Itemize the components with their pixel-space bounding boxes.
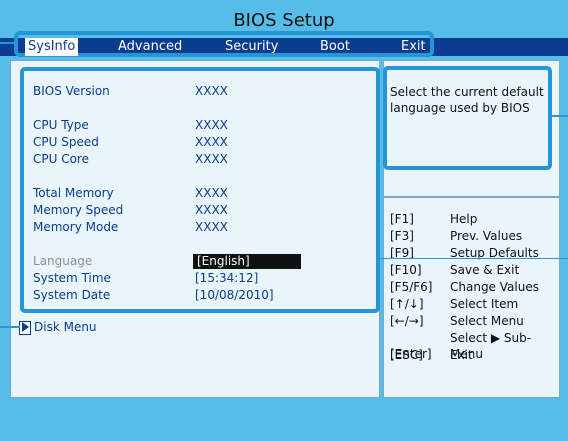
- help-description: Select the current default language used…: [390, 85, 544, 115]
- cpu-speed-label: CPU Speed: [33, 135, 99, 149]
- key-f1-description: Help: [450, 212, 478, 226]
- system-time-label: System Time: [33, 271, 111, 285]
- cpu-core-value: XXXX: [195, 152, 228, 166]
- triangle-right-icon: [22, 322, 29, 332]
- memory-mode-label: Memory Mode: [33, 220, 119, 234]
- key-f10-description: Save & Exit: [450, 263, 520, 277]
- key-f5-f6-description: Change Values: [450, 280, 539, 294]
- key-esc-description: Exit: [450, 348, 473, 362]
- memory-speed-label: Memory Speed: [33, 203, 124, 217]
- key-f5-f6: [F5/F6]: [390, 280, 433, 294]
- system-date-value[interactable]: [10/08/2010]: [195, 288, 274, 303]
- help-text-highlight-callout: [383, 66, 552, 170]
- help-callout-line: [552, 115, 568, 117]
- key-row-esc: [ESC] Exit: [390, 347, 568, 363]
- key-f1: [F1]: [390, 212, 414, 226]
- key-f3: [F3]: [390, 229, 414, 243]
- key-row-f3: [F3] Prev. Values: [390, 228, 568, 244]
- bios-title: BIOS Setup: [233, 10, 335, 31]
- menu-callout-line: [0, 42, 14, 44]
- menu-item-boot[interactable]: Boot: [320, 38, 350, 56]
- bios-version-label: BIOS Version: [33, 84, 110, 98]
- menu-item-sysinfo[interactable]: SysInfo: [25, 38, 79, 56]
- key-row-left-right: [←/→] Select Menu: [390, 313, 568, 329]
- cpu-type-value: XXXX: [195, 118, 228, 132]
- key-up-down-description: Select Item: [450, 297, 519, 311]
- key-left-right-description: Select Menu: [450, 314, 524, 328]
- language-value[interactable]: [English]: [193, 254, 301, 269]
- disk-menu-item[interactable]: Disk Menu: [34, 320, 97, 334]
- cpu-speed-value: XXXX: [195, 135, 228, 149]
- total-memory-label: Total Memory: [33, 186, 114, 200]
- cpu-core-label: CPU Core: [33, 152, 89, 166]
- key-f10: [F10]: [390, 263, 422, 277]
- cpu-type-label: CPU Type: [33, 118, 89, 132]
- total-memory-value: XXXX: [195, 186, 228, 200]
- key-esc: [ESC]: [390, 348, 423, 362]
- system-time-value[interactable]: [15:34:12]: [195, 271, 258, 286]
- key-up-down: [↑/↓]: [390, 297, 424, 311]
- key-row-f10: [F10] Save & Exit: [390, 262, 568, 278]
- menu-item-advanced[interactable]: Advanced: [118, 38, 182, 56]
- key-left-right: [←/→]: [390, 314, 424, 328]
- menu-item-exit[interactable]: Exit: [401, 38, 426, 56]
- disk-callout-line: [0, 326, 20, 328]
- bios-version-value: XXXX: [195, 84, 228, 98]
- system-date-label: System Date: [33, 288, 111, 302]
- key-row-f5-f6: [F5/F6] Change Values: [390, 279, 568, 295]
- key-row-f1: [F1] Help: [390, 211, 568, 227]
- memory-mode-value: XXXX: [195, 220, 228, 234]
- language-label: Language: [33, 254, 93, 268]
- key-row-up-down: [↑/↓] Select Item: [390, 296, 568, 312]
- key-callout-line: [380, 258, 568, 259]
- footer-bar: [0, 406, 568, 441]
- memory-speed-value: XXXX: [195, 203, 228, 217]
- key-f3-description: Prev. Values: [450, 229, 523, 243]
- menu-item-security[interactable]: Security: [225, 38, 278, 56]
